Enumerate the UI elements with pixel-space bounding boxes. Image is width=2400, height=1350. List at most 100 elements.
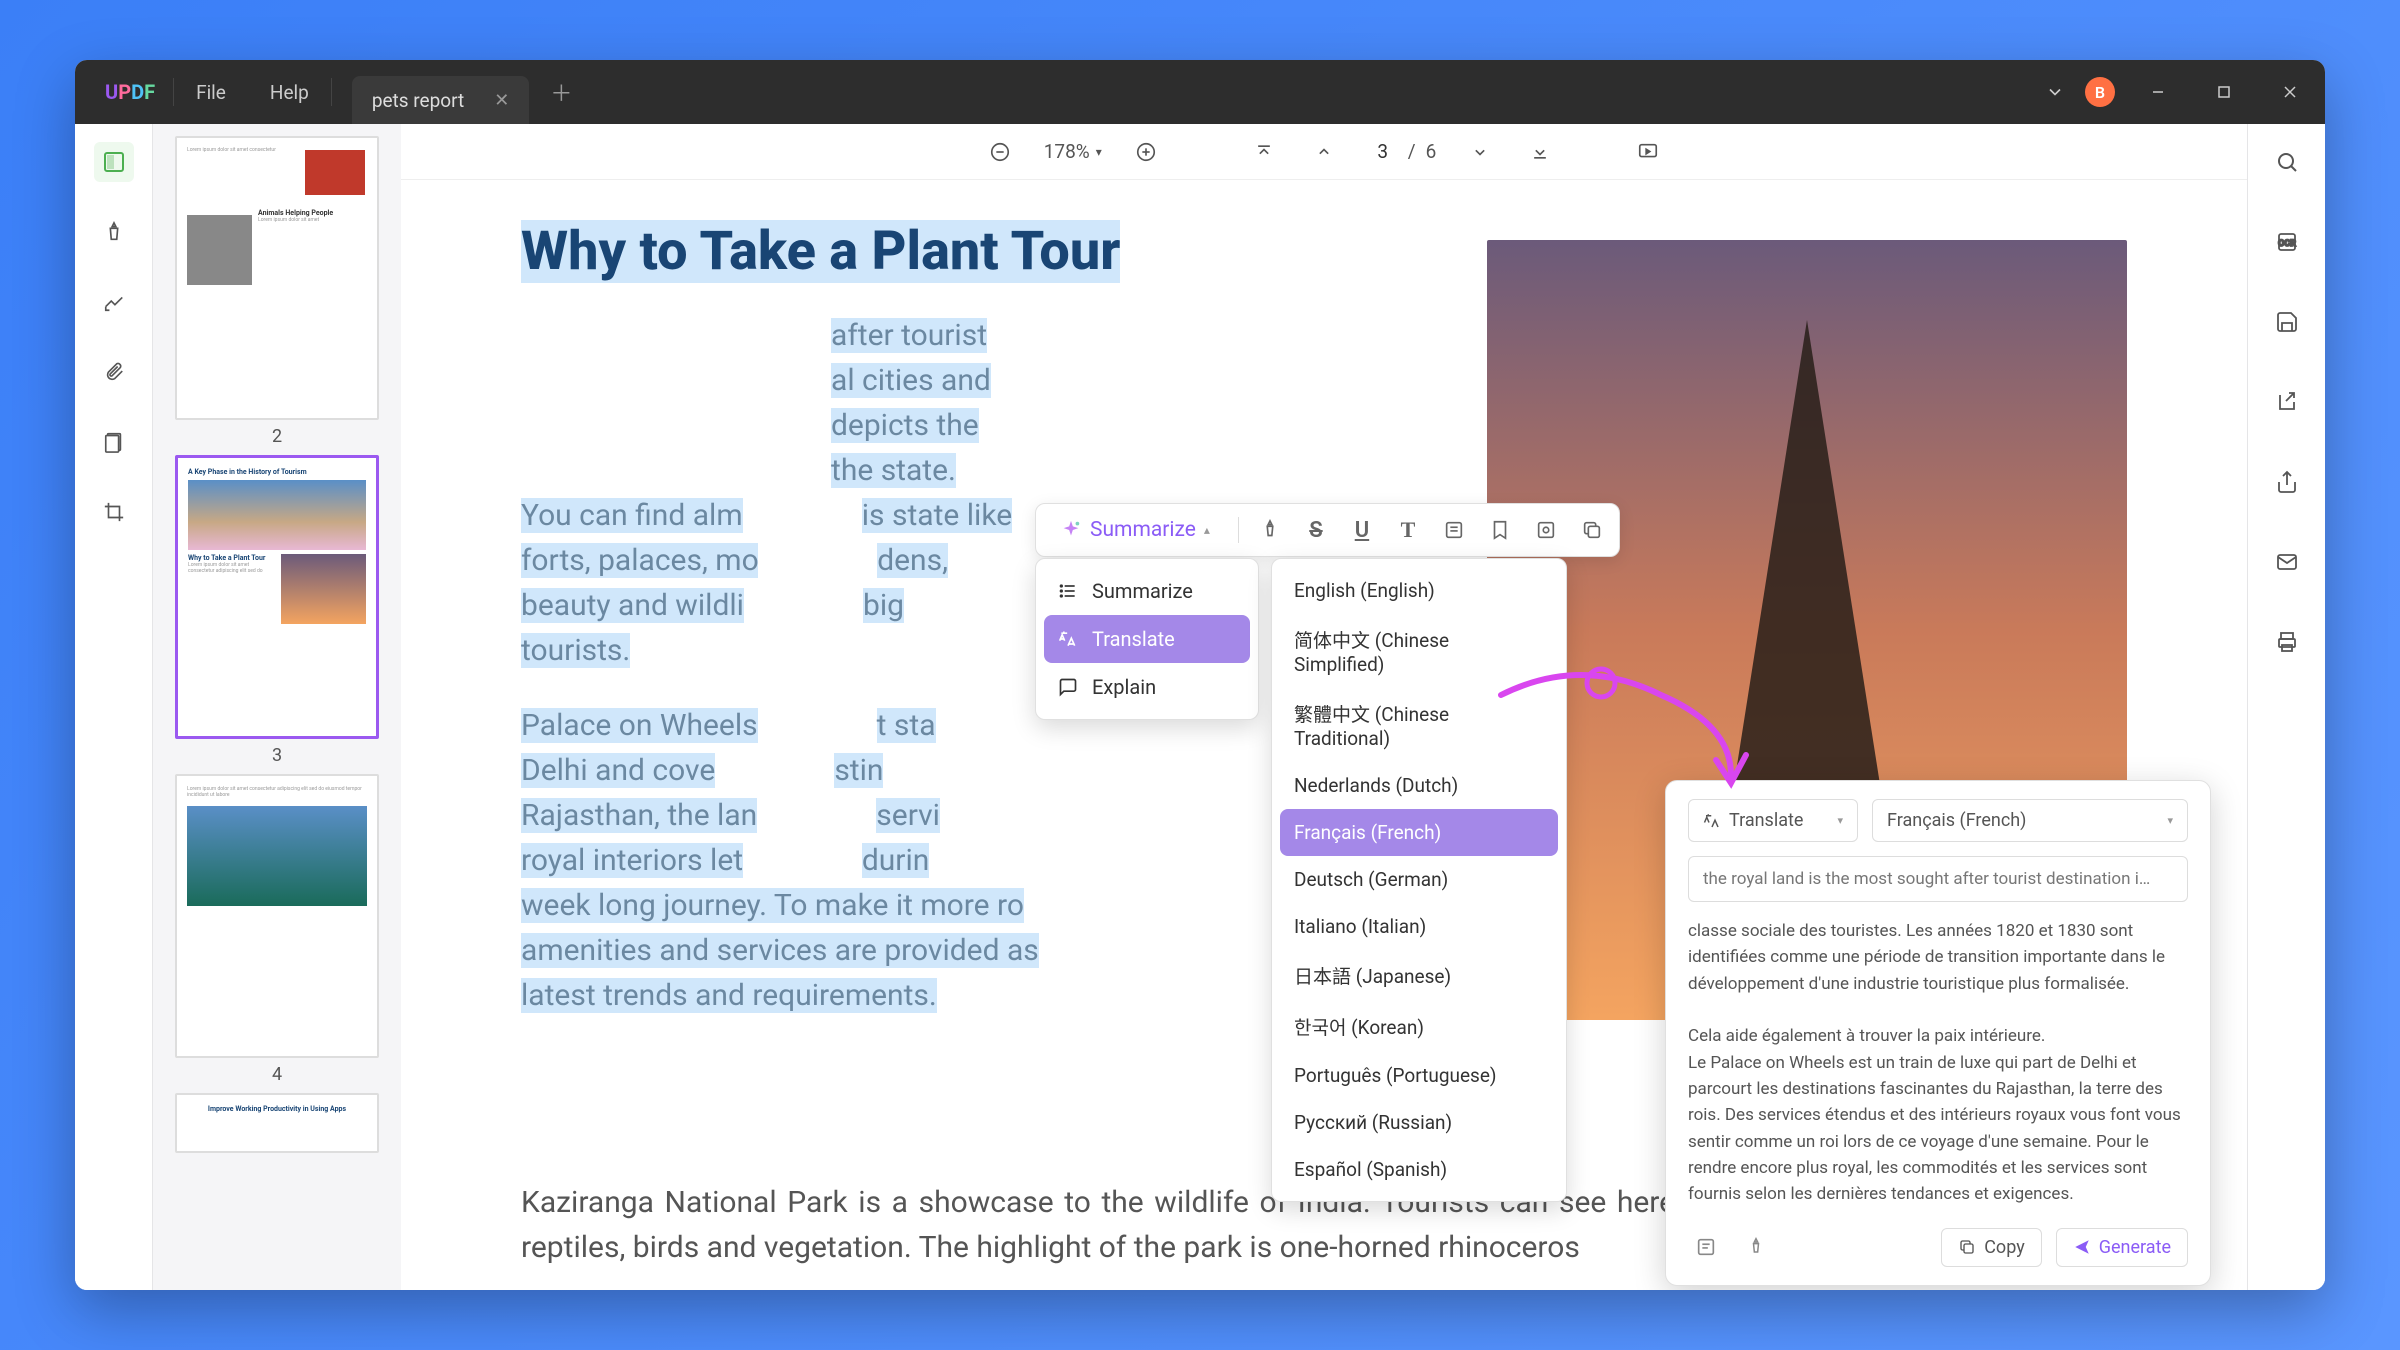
ai-sparkle-icon (1060, 519, 1082, 541)
underline-icon[interactable]: U (1347, 515, 1377, 545)
close-icon[interactable]: ✕ (494, 90, 509, 111)
send-icon (2073, 1238, 2091, 1256)
export-icon[interactable] (2267, 382, 2307, 422)
translate-panel: Translate ▾ Français (French) ▾ the roya… (1665, 780, 2211, 1286)
ai-action-menu: Summarize Translate Explain (1035, 558, 1259, 720)
thumbnails-icon[interactable] (94, 142, 134, 182)
highlight-icon[interactable] (1738, 1229, 1774, 1265)
thumb-number: 4 (175, 1064, 379, 1085)
maximize-button[interactable] (2201, 76, 2247, 108)
document-viewport[interactable]: Why to Take a Plant Tour after tourist a… (401, 180, 2247, 1290)
copy-icon (1958, 1238, 1976, 1256)
search-icon[interactable] (2267, 142, 2307, 182)
bookmark-add-icon[interactable] (1485, 515, 1515, 545)
summarize-button[interactable]: Summarize ▴ (1048, 512, 1222, 548)
bookmark-icon[interactable] (94, 212, 134, 252)
right-rail: OCR (2247, 124, 2325, 1290)
next-page-button[interactable] (1464, 136, 1496, 168)
text-icon[interactable]: T (1393, 515, 1423, 545)
lang-chinese-simplified[interactable]: 简体中文 (Chinese Simplified) (1280, 614, 1558, 688)
total-pages: 6 (1426, 140, 1437, 163)
top-toolbar: 178% ▾ / 6 (401, 124, 2247, 180)
lang-spanish[interactable]: Español (Spanish) (1280, 1146, 1558, 1193)
tab-pets-report[interactable]: pets report ✕ (352, 76, 530, 124)
chat-icon (1058, 677, 1078, 697)
last-page-button[interactable] (1524, 136, 1556, 168)
zoom-level[interactable]: 178% ▾ (1044, 140, 1102, 163)
translate-panel-footer: Copy Generate (1688, 1228, 2188, 1267)
zoom-out-button[interactable] (984, 136, 1016, 168)
titlebar-right: B (2045, 76, 2313, 108)
tab-label: pets report (372, 89, 464, 112)
link-icon[interactable] (1531, 515, 1561, 545)
titlebar: UPDF File Help pets report ✕ ＋ B (75, 60, 2325, 124)
copy-button[interactable]: Copy (1941, 1228, 2042, 1267)
translate-icon (1058, 629, 1078, 649)
print-icon[interactable] (2267, 622, 2307, 662)
highlight-icon[interactable] (1255, 515, 1285, 545)
mode-select[interactable]: Translate ▾ (1688, 799, 1858, 842)
thumbnail-page-3[interactable]: A Key Phase in the History of Tourism Wh… (175, 455, 379, 766)
tab-bar: pets report ✕ ＋ (352, 60, 576, 124)
target-lang-select[interactable]: Français (French) ▾ (1872, 799, 2188, 842)
crop-icon[interactable] (94, 492, 134, 532)
menu-translate[interactable]: Translate (1044, 615, 1250, 663)
chevron-up-icon: ▴ (1204, 523, 1210, 537)
email-icon[interactable] (2267, 542, 2307, 582)
note-icon[interactable] (1688, 1229, 1724, 1265)
left-rail (75, 124, 153, 1290)
content-area: Lorem ipsum dolor sit amet consectetur A… (75, 124, 2325, 1290)
main-area: 178% ▾ / 6 Why to Take a Plant Tour (401, 124, 2247, 1290)
lang-chinese-traditional[interactable]: 繁體中文 (Chinese Traditional) (1280, 688, 1558, 762)
presentation-button[interactable] (1632, 136, 1664, 168)
language-menu: English (English) 简体中文 (Chinese Simplifi… (1271, 558, 1567, 1202)
divider (331, 78, 332, 106)
menu-explain[interactable]: Explain (1044, 663, 1250, 711)
thumb-number: 2 (175, 426, 379, 447)
page-indicator: / 6 (1368, 140, 1437, 163)
chevron-down-icon[interactable] (2045, 82, 2065, 102)
selection-toolbar: Summarize ▴ S U T (1035, 503, 1620, 557)
save-icon[interactable] (2267, 302, 2307, 342)
share-icon[interactable] (2267, 462, 2307, 502)
svg-text:OCR: OCR (2278, 239, 2296, 249)
lang-english[interactable]: English (English) (1280, 567, 1558, 614)
source-text: the royal land is the most sought after … (1688, 856, 2188, 902)
thumbnail-page-5[interactable]: Improve Working Productivity in Using Ap… (175, 1093, 379, 1153)
lang-italian[interactable]: Italiano (Italian) (1280, 903, 1558, 950)
lang-japanese[interactable]: 日本語 (Japanese) (1280, 950, 1558, 1001)
first-page-button[interactable] (1248, 136, 1280, 168)
layers-icon[interactable] (94, 422, 134, 462)
note-icon[interactable] (1439, 515, 1469, 545)
copy-icon[interactable] (1577, 515, 1607, 545)
thumb-number: 3 (175, 745, 379, 766)
page-title: Why to Take a Plant Tour (521, 220, 1120, 283)
thumbnail-panel[interactable]: Lorem ipsum dolor sit amet consectetur A… (153, 124, 401, 1290)
list-icon (1058, 581, 1078, 601)
lang-german[interactable]: Deutsch (German) (1280, 856, 1558, 903)
thumbnail-page-4[interactable]: Lorem ipsum dolor sit amet consectetur a… (175, 774, 379, 1085)
prev-page-button[interactable] (1308, 136, 1340, 168)
menu-file[interactable]: File (174, 81, 248, 104)
page-input[interactable] (1368, 140, 1398, 163)
app-window: UPDF File Help pets report ✕ ＋ B (75, 60, 2325, 1290)
annotation-icon[interactable] (94, 282, 134, 322)
add-tab-button[interactable]: ＋ (547, 78, 575, 106)
lang-portuguese[interactable]: Português (Portuguese) (1280, 1052, 1558, 1099)
strikethrough-icon[interactable]: S (1301, 515, 1331, 545)
ocr-icon[interactable]: OCR (2267, 222, 2307, 262)
minimize-button[interactable] (2135, 76, 2181, 108)
lang-french[interactable]: Français (French) (1280, 809, 1558, 856)
attachment-icon[interactable] (94, 352, 134, 392)
lang-korean[interactable]: 한국어 (Korean) (1280, 1001, 1558, 1052)
chevron-down-icon: ▾ (1837, 814, 1843, 827)
zoom-in-button[interactable] (1130, 136, 1162, 168)
menu-help[interactable]: Help (248, 81, 331, 104)
menu-summarize[interactable]: Summarize (1044, 567, 1250, 615)
thumbnail-page-2[interactable]: Lorem ipsum dolor sit amet consectetur A… (175, 136, 379, 447)
close-window-button[interactable] (2267, 76, 2313, 108)
user-avatar[interactable]: B (2085, 77, 2115, 107)
generate-button[interactable]: Generate (2056, 1228, 2188, 1267)
lang-russian[interactable]: Русский (Russian) (1280, 1099, 1558, 1146)
lang-dutch[interactable]: Nederlands (Dutch) (1280, 762, 1558, 809)
